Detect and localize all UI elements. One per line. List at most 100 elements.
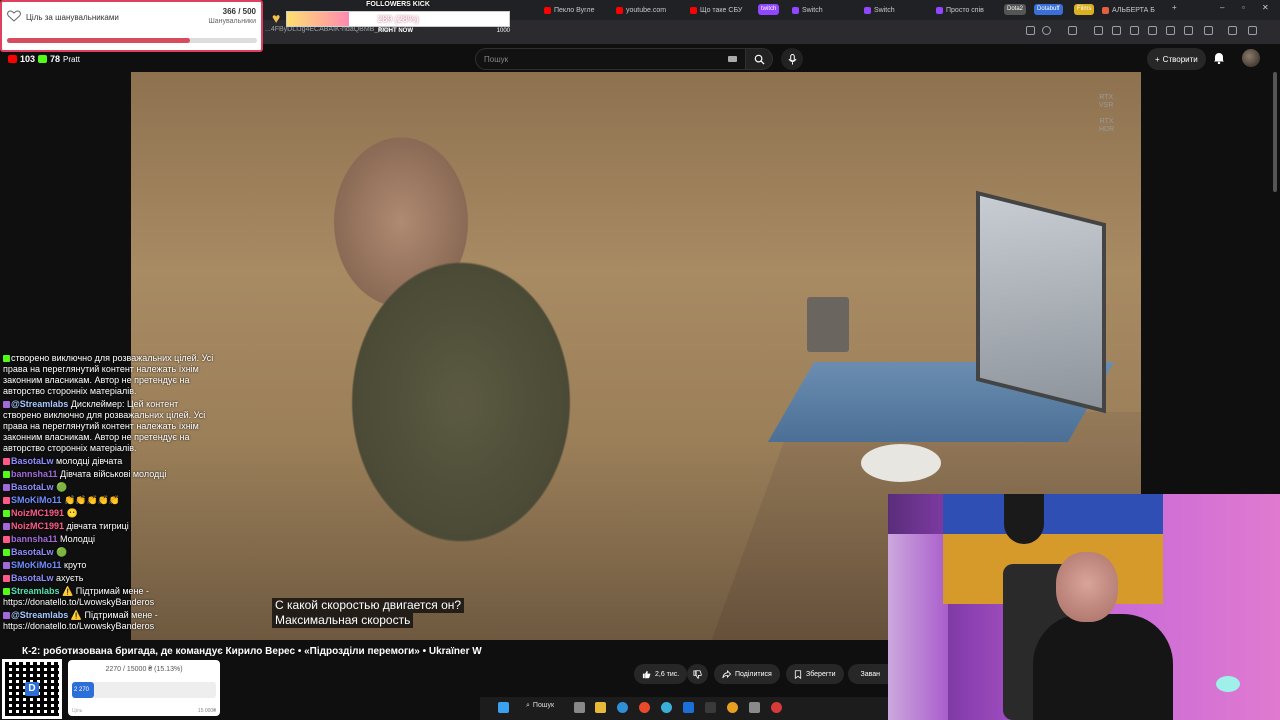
chat-username[interactable]: @Streamlabs bbox=[11, 399, 68, 409]
like-button[interactable]: 2,6 тис. bbox=[634, 664, 688, 684]
bookmark-pill-films[interactable]: Films bbox=[1074, 4, 1095, 15]
chat-username[interactable]: BasotaLw bbox=[11, 573, 54, 583]
subtitle-line: Максимальная скорость bbox=[272, 613, 414, 628]
screen: Пекло Вугле youtube.com Що таке СБУ twit… bbox=[0, 0, 1280, 720]
obs-icon[interactable] bbox=[771, 702, 782, 713]
rtx-hdr-badge: RTX HDR bbox=[1099, 118, 1114, 134]
extension-icon[interactable] bbox=[1112, 26, 1121, 35]
chat-username[interactable]: Streamlabs bbox=[11, 586, 60, 596]
chat-username[interactable]: BasotaLw bbox=[11, 482, 54, 492]
menu-icon[interactable] bbox=[1248, 26, 1257, 35]
start-icon[interactable] bbox=[498, 702, 509, 713]
extension-icon[interactable] bbox=[1166, 26, 1175, 35]
page-scrollbar[interactable] bbox=[1273, 72, 1277, 192]
search-button[interactable] bbox=[745, 48, 773, 70]
browser-tab[interactable]: АЛЬБЕРТА Б bbox=[1098, 2, 1166, 18]
save-button[interactable]: Зберегти bbox=[786, 664, 844, 684]
bookmark-pill-twitch[interactable]: twitch bbox=[758, 4, 780, 15]
bookmark-pill-dotabuff[interactable]: Dotabuff bbox=[1034, 4, 1063, 15]
chat-username[interactable]: BasotaLw bbox=[11, 456, 54, 466]
chat-username[interactable]: @Streamlabs bbox=[11, 610, 68, 620]
browser-tab[interactable]: Switch bbox=[860, 2, 930, 18]
chat-username[interactable]: SMoKiMo11 bbox=[11, 560, 62, 570]
kick-followers-widget: ♥ FOLLOWERS KICK 289 (28%) RIGHT NOW 100… bbox=[272, 0, 510, 38]
heart-icon: ♥ bbox=[272, 10, 281, 26]
flag-emblem bbox=[1004, 494, 1044, 544]
new-tab-icon[interactable]: + bbox=[1172, 3, 1177, 12]
site-favicon-icon bbox=[1102, 6, 1109, 14]
app-icon[interactable] bbox=[705, 702, 716, 713]
browser-tab[interactable]: Просто спів bbox=[932, 2, 1002, 18]
chat-username[interactable]: bannsha11 bbox=[11, 469, 58, 479]
chat-username[interactable]: NoizMC1991 bbox=[11, 521, 64, 531]
chat-message: BasotaLw 🟢 bbox=[0, 481, 218, 494]
kick-progress-label: 289 (28%) bbox=[377, 14, 419, 24]
settings-gear-icon[interactable] bbox=[749, 702, 760, 713]
account-avatar[interactable] bbox=[1242, 49, 1260, 67]
extension-icon[interactable] bbox=[1068, 26, 1077, 35]
plus-icon: + bbox=[1155, 54, 1160, 64]
search-input[interactable]: Пошук bbox=[475, 48, 745, 70]
chat-message: NoizMC1991 дівчата тигриці bbox=[0, 520, 218, 533]
donation-target-label: 15 000₴ bbox=[197, 708, 216, 714]
lamp-image-region bbox=[1216, 676, 1240, 692]
dislike-button[interactable] bbox=[687, 664, 708, 684]
share-button[interactable]: Поділитися bbox=[714, 664, 780, 684]
microphone-icon bbox=[787, 53, 797, 64]
thumbs-down-icon bbox=[693, 669, 702, 679]
chat-username[interactable]: bannsha11 bbox=[11, 534, 58, 544]
search-icon: ⌕ bbox=[526, 702, 530, 709]
browser-tab[interactable]: Пекло Вугле bbox=[540, 2, 610, 18]
app-icon[interactable] bbox=[683, 702, 694, 713]
extension-icon[interactable] bbox=[1130, 26, 1139, 35]
chat-badge-icon bbox=[3, 484, 10, 492]
save-label: Зберегти bbox=[806, 670, 836, 678]
minimize-icon[interactable]: – bbox=[1220, 3, 1224, 12]
extension-icon[interactable] bbox=[1184, 26, 1193, 35]
extension-icon[interactable] bbox=[1094, 26, 1103, 35]
chat-username[interactable]: SMoKiMo11 bbox=[11, 495, 62, 505]
chat-username[interactable]: NoizMC1991 bbox=[11, 508, 64, 518]
task-view-icon[interactable] bbox=[574, 702, 585, 713]
browser-tab[interactable]: Що таке СБУ bbox=[686, 2, 756, 18]
donatello-logo-icon: D bbox=[25, 682, 39, 696]
keyboard-icon[interactable] bbox=[728, 56, 737, 62]
voice-search-button[interactable] bbox=[781, 48, 803, 70]
youtube-favicon-icon bbox=[544, 6, 551, 14]
kick-max: 1000 bbox=[496, 28, 510, 34]
goal-count: 366 / 500 bbox=[222, 7, 256, 16]
translate-icon[interactable] bbox=[1026, 26, 1035, 35]
create-button[interactable]: + Створити bbox=[1147, 48, 1206, 70]
cup-image-region bbox=[807, 297, 849, 352]
notifications-bell-icon[interactable] bbox=[1213, 51, 1225, 64]
download-button[interactable]: Заван bbox=[848, 664, 888, 684]
profile-icon[interactable] bbox=[1204, 26, 1213, 35]
close-icon[interactable]: ✕ bbox=[1262, 3, 1269, 12]
chat-badge-icon bbox=[3, 355, 10, 363]
download-label: Заван bbox=[860, 670, 880, 678]
video-subtitles: С какой скоростью двигается он? Максимал… bbox=[272, 598, 465, 628]
edge-browser-icon[interactable] bbox=[617, 702, 628, 713]
maximize-icon[interactable]: ▫ bbox=[1242, 3, 1245, 12]
chat-username[interactable]: BasotaLw bbox=[11, 547, 54, 557]
bookmark-icon bbox=[794, 669, 802, 679]
tab-label: АЛЬБЕРТА Б bbox=[1112, 6, 1155, 14]
taskbar-search[interactable]: ⌕ Пошук bbox=[526, 702, 554, 710]
extension-icon[interactable] bbox=[1148, 26, 1157, 35]
chat-badge-icon bbox=[3, 510, 10, 518]
chat-badge-icon bbox=[3, 549, 10, 557]
like-count: 2,6 тис. bbox=[655, 670, 680, 678]
firefox-icon[interactable] bbox=[639, 702, 650, 713]
kick-viewer-count: 78 bbox=[50, 54, 61, 64]
chrome-icon[interactable] bbox=[727, 702, 738, 713]
bookmark-pill-dota2[interactable]: Dota2 bbox=[1004, 4, 1027, 15]
youtube-favicon-icon bbox=[690, 6, 697, 14]
chat-text: 👏👏👏👏👏 bbox=[64, 495, 121, 505]
bookmark-star-icon[interactable] bbox=[1042, 26, 1051, 35]
chat-text: молодці дівчата bbox=[56, 456, 123, 466]
chat-message: BasotaLw 🟢 bbox=[0, 546, 218, 559]
browser-tab[interactable]: Switch bbox=[788, 2, 858, 18]
file-explorer-icon[interactable] bbox=[595, 702, 606, 713]
telegram-icon[interactable] bbox=[661, 702, 672, 713]
extension-icon[interactable] bbox=[1228, 26, 1237, 35]
